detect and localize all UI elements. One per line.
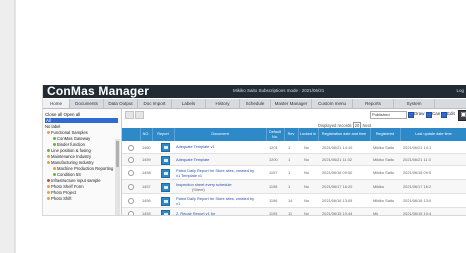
folder-icon [47, 161, 50, 165]
row-radio[interactable] [128, 145, 134, 151]
tree-item[interactable]: Photo Shelf Form [47, 184, 84, 189]
label-icon [53, 173, 56, 177]
nav-home[interactable]: Home [43, 99, 70, 108]
row-radio[interactable] [128, 157, 134, 163]
document-list-panel: Published Draw Can Edit ▣ Displayed reco… [122, 109, 466, 215]
tree-item[interactable]: Photo Project [47, 190, 76, 195]
tree-item[interactable]: Condition 5S [53, 172, 81, 177]
document-icon[interactable] [161, 210, 170, 215]
folder-icon [53, 167, 56, 171]
tree-item[interactable]: Line position & fusing [47, 148, 91, 153]
nav-history[interactable]: History [206, 99, 240, 108]
label-icon [47, 179, 50, 183]
edit-checkbox-label: Edit [447, 111, 455, 116]
folder-icon [47, 197, 50, 201]
document-icon[interactable] [161, 183, 170, 192]
toolbar-button[interactable] [135, 111, 144, 119]
nav-documents[interactable]: Documents [70, 99, 104, 108]
tree-item[interactable]: Machine Production Reporting [53, 166, 113, 171]
tree-item[interactable]: ConMas Gateway [53, 136, 90, 141]
nav-custom-menu[interactable]: Custom menu [312, 99, 353, 108]
can-checkbox-label: Can [432, 111, 441, 116]
label-icon [53, 137, 56, 141]
tree-item[interactable]: Binder function [53, 142, 85, 147]
nav-doc-import[interactable]: Doc Import [138, 99, 172, 108]
folder-icon [47, 131, 50, 135]
col-default-no[interactable]: Default No. [266, 128, 285, 141]
row-radio[interactable] [128, 211, 134, 215]
list-toolbar: Published Draw Can Edit ▣ [122, 109, 466, 121]
table-row[interactable]: 1460 Adequate Template v1 1201 1 No 2021… [122, 141, 466, 154]
row-radio[interactable] [128, 170, 134, 176]
document-icon[interactable] [161, 156, 170, 165]
table-row[interactable]: 1459 Adequate Template 1200 1 No 2021/06… [122, 154, 466, 166]
tree-item[interactable]: Infrastructure input sample [47, 178, 101, 183]
tree-item[interactable]: Functional Samples [47, 130, 88, 135]
col-report[interactable]: Report [152, 128, 175, 141]
nav-schedule[interactable]: Schedule [240, 99, 271, 108]
col-registration[interactable]: Registration date and time [318, 128, 371, 141]
tree-item[interactable]: Maintenance Industry [47, 154, 91, 159]
table-row[interactable]: 1457 Inspection sheet every schedule (Sh… [122, 180, 466, 194]
row-radio[interactable] [128, 184, 134, 190]
top-bar: ConMas Manager Mikiko Saito Subscription… [43, 85, 466, 98]
folder-icon [47, 191, 50, 195]
document-icon[interactable] [161, 143, 170, 152]
app-screenshot: ConMas Manager Mikiko Saito Subscription… [42, 85, 466, 216]
toolbar-button[interactable] [125, 111, 134, 119]
col-rev[interactable]: Rev [284, 128, 299, 141]
col-locked[interactable]: Locked in [298, 128, 319, 141]
nav-labels[interactable]: Labels [172, 99, 206, 108]
app-logo: ConMas Manager [47, 85, 150, 98]
logout-link[interactable]: Log [456, 88, 464, 93]
nav-reports[interactable]: Reports [353, 99, 394, 108]
table-header: NO. Report Document Default No. Rev Lock… [122, 128, 466, 141]
draw-checkbox-label: Draw [414, 111, 425, 116]
user-info: Mikiko Saito Subscriptions mode : 2021/0… [233, 88, 325, 93]
label-tree-sidebar: Close all Open all All No label Function… [43, 109, 122, 215]
tree-item-all[interactable]: All [45, 118, 118, 123]
col-select [122, 128, 141, 141]
document-icon[interactable] [161, 169, 170, 178]
table-row[interactable]: 1455 2. Repair Report v1 for 1195 11 No … [122, 208, 466, 215]
table-row[interactable]: 1456 Patrol Daily Report for Store sites… [122, 194, 466, 208]
document-icon[interactable] [161, 197, 170, 206]
nav-data-output[interactable]: Data Output [104, 99, 138, 108]
folder-icon [47, 185, 50, 189]
tree-item[interactable]: No label [45, 124, 60, 129]
col-registered[interactable]: Registered [370, 128, 401, 141]
folder-icon [47, 155, 50, 159]
left-panel-strip [0, 0, 15, 253]
tree-toggle-links[interactable]: Close all Open all [45, 112, 80, 117]
label-icon [53, 143, 56, 147]
nav-master-manager[interactable]: Master Manager [271, 99, 312, 108]
nav-system[interactable]: System [394, 99, 435, 108]
export-icon[interactable]: ▣ [458, 110, 466, 121]
label-icon [47, 149, 50, 153]
row-radio[interactable] [128, 198, 134, 204]
col-last-update[interactable]: Last update date time [400, 128, 466, 141]
main-nav: Home Documents Data Output Doc Import La… [43, 99, 466, 109]
tree-item[interactable]: Photo Shift [47, 196, 72, 201]
tree-item[interactable]: Manufacturing Industry [47, 160, 94, 165]
table-row[interactable]: 1458 Patrol Daily Report for Store sites… [122, 166, 466, 180]
sidebar-scroll-thumb[interactable] [116, 141, 119, 167]
col-document[interactable]: Document [174, 128, 267, 141]
status-select[interactable]: Published [370, 111, 407, 119]
